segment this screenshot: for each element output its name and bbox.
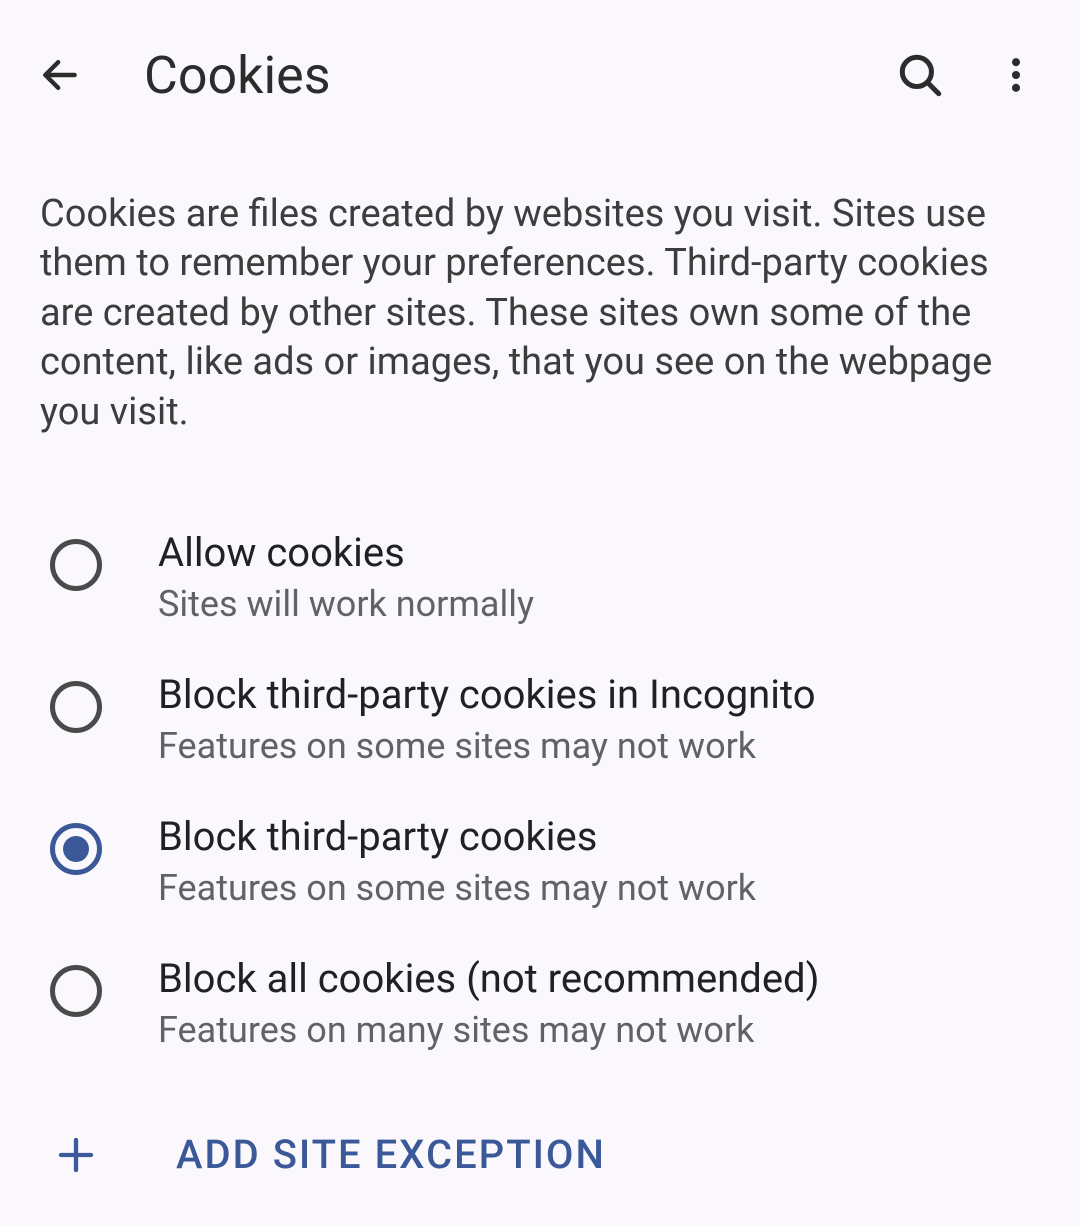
option-subtext: Features on many sites may not work <box>158 1009 820 1051</box>
search-button[interactable] <box>888 43 952 107</box>
app-bar: Cookies <box>0 0 1080 150</box>
option-subtext: Features on some sites may not work <box>158 867 756 909</box>
option-block-third-party[interactable]: Block third-party cookies Features on so… <box>0 791 1080 933</box>
radio-icon <box>50 823 102 875</box>
option-allow-cookies[interactable]: Allow cookies Sites will work normally <box>0 507 1080 649</box>
arrow-back-icon <box>38 53 82 97</box>
radio-icon <box>50 965 102 1017</box>
option-label: Block all cookies (not recommended) <box>158 955 820 1003</box>
overflow-menu-button[interactable] <box>984 43 1048 107</box>
add-site-exception-label: ADD SITE EXCEPTION <box>100 1131 606 1178</box>
radio-icon <box>50 681 102 733</box>
page-title: Cookies <box>144 45 888 106</box>
option-subtext: Features on some sites may not work <box>158 725 816 767</box>
cookies-description: Cookies are files created by websites yo… <box>0 150 1080 477</box>
option-label: Block third-party cookies in Incognito <box>158 671 816 719</box>
option-label: Block third-party cookies <box>158 813 756 861</box>
option-text: Block third-party cookies in Incognito F… <box>102 671 816 767</box>
back-button[interactable] <box>32 47 88 103</box>
add-site-exception-button[interactable]: ADD SITE EXCEPTION <box>0 1075 1080 1209</box>
option-text: Block third-party cookies Features on so… <box>102 813 756 909</box>
option-text: Allow cookies Sites will work normally <box>102 529 534 625</box>
option-subtext: Sites will work normally <box>158 583 534 625</box>
more-vert-icon <box>994 53 1038 97</box>
option-block-third-party-incognito[interactable]: Block third-party cookies in Incognito F… <box>0 649 1080 791</box>
search-icon <box>895 50 945 100</box>
plus-icon <box>52 1131 100 1179</box>
option-label: Allow cookies <box>158 529 534 577</box>
option-text: Block all cookies (not recommended) Feat… <box>102 955 820 1051</box>
radio-icon <box>50 539 102 591</box>
cookie-options-group: Allow cookies Sites will work normally B… <box>0 477 1080 1075</box>
option-block-all-cookies[interactable]: Block all cookies (not recommended) Feat… <box>0 933 1080 1075</box>
